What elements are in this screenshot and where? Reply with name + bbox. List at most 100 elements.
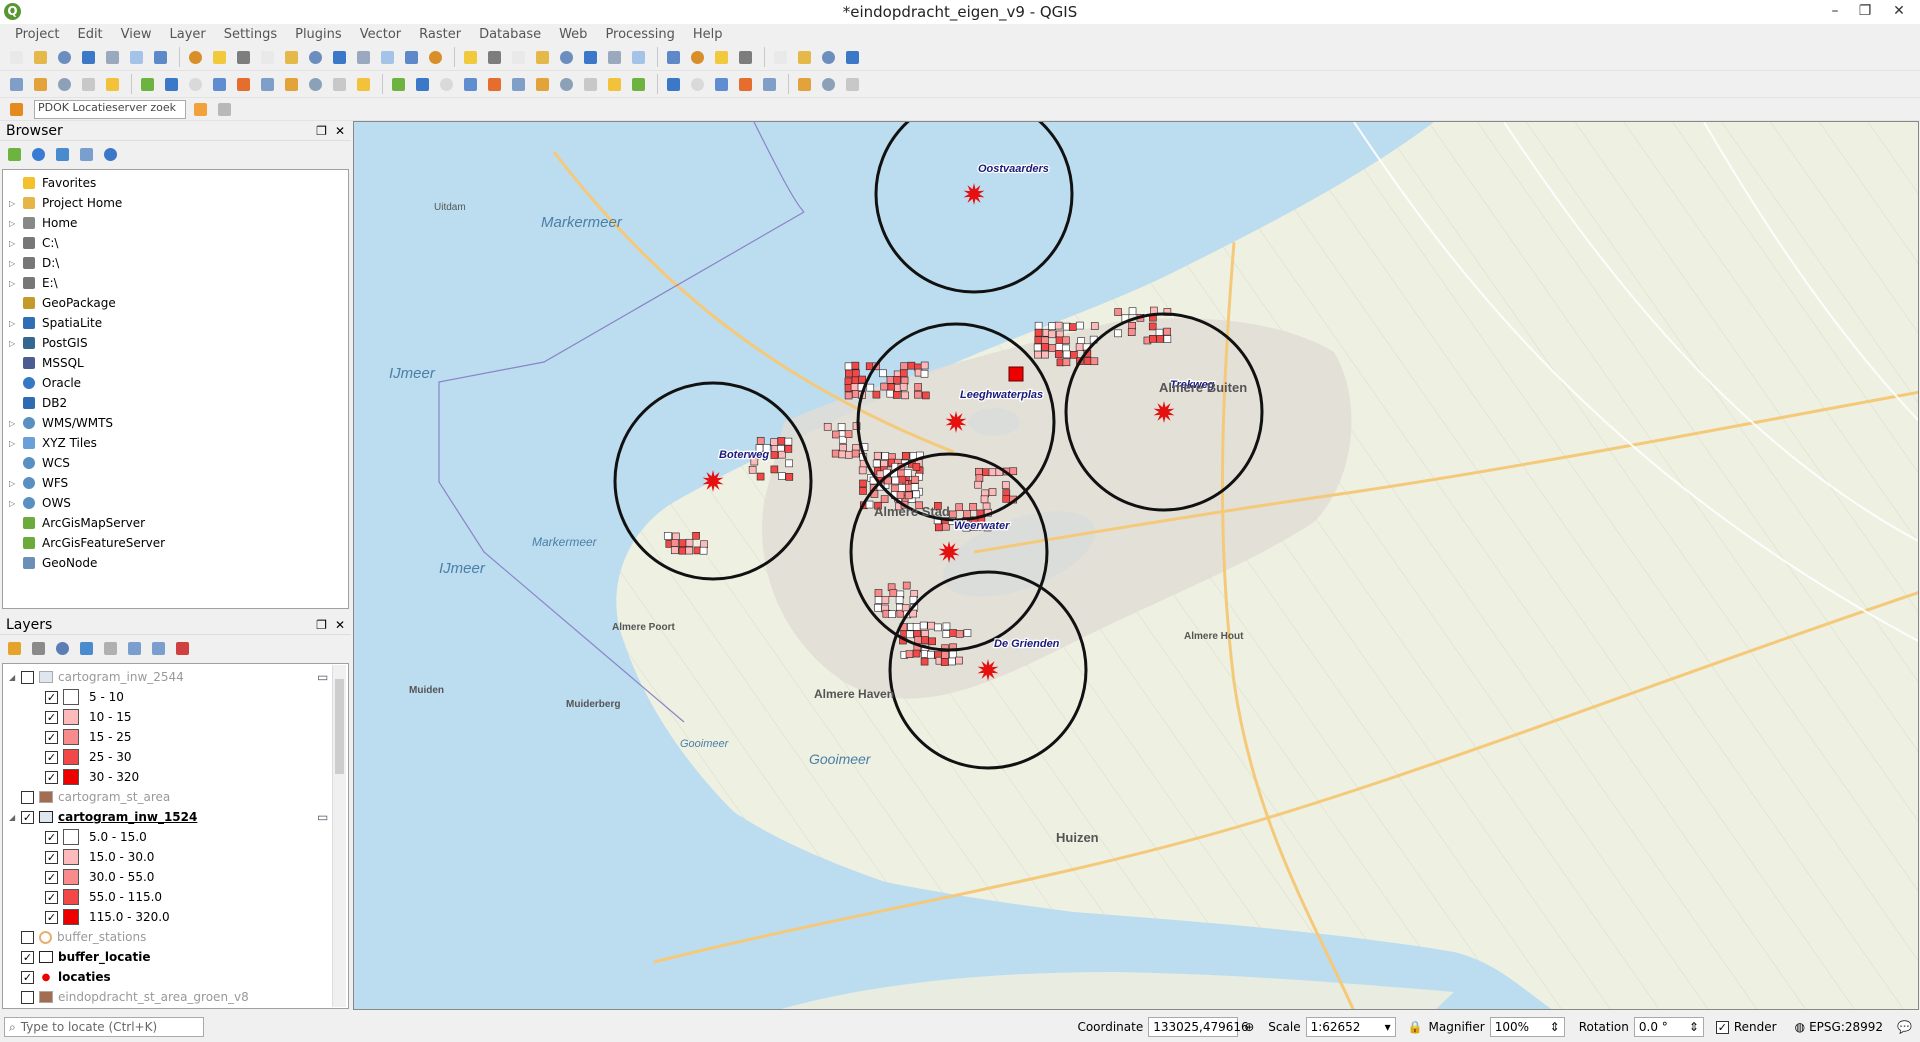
menu-edit[interactable]: Edit [68,27,111,42]
toolbar-tool-icon[interactable] [770,47,791,68]
toolbar-tool-icon[interactable] [257,74,278,95]
legend-class-row[interactable]: ✓ 55.0 - 115.0 [3,887,348,907]
browser-item[interactable]: ▷ OWS [3,493,348,513]
minimize-button[interactable]: – [1820,0,1850,24]
magnifier-spinbox[interactable]: 100% ⇕ [1489,1017,1565,1037]
toolbar-tool-icon[interactable] [78,47,99,68]
layer-visibility-checkbox[interactable]: ✓ [21,970,34,984]
toolbar-tool-icon[interactable] [436,74,457,95]
rotation-spinbox[interactable]: 0.0 ° ⇕ [1633,1017,1704,1037]
toolbar-tool-icon[interactable] [711,47,732,68]
toolbar-tool-icon[interactable] [6,74,27,95]
browser-item[interactable]: Oracle [3,373,348,393]
browser-item[interactable]: ▷ XYZ Tiles [3,433,348,453]
toolbar-tool-icon[interactable] [150,47,171,68]
menu-help[interactable]: Help [684,27,732,42]
toolbar-tool-icon[interactable] [663,47,684,68]
toolbar-tool-icon[interactable] [233,47,254,68]
legend-class-row[interactable]: ✓ 30 - 320 [3,767,348,787]
toolbar-tool-icon[interactable] [305,74,326,95]
toolbar-tool-icon[interactable] [818,74,839,95]
legend-class-row[interactable]: ✓ 30.0 - 55.0 [3,867,348,887]
legend-class-row[interactable]: ✓ 115.0 - 320.0 [3,907,348,927]
layer-visibility-checkbox[interactable] [21,670,34,684]
toolbar-tool-icon[interactable] [532,47,553,68]
toolbar-tool-icon[interactable] [30,74,51,95]
toolbar-tool-icon[interactable] [735,74,756,95]
render-checkbox[interactable]: ✓ [1715,1020,1729,1034]
expand-arrow-icon[interactable]: ▷ [9,279,21,288]
layers-scrollbar[interactable] [332,665,346,1007]
legend-class-checkbox[interactable]: ✓ [45,850,58,864]
toolbar-tool-icon[interactable] [580,74,601,95]
expand-arrow-icon[interactable]: ▷ [9,479,21,488]
menu-vector[interactable]: Vector [351,27,410,42]
menu-web[interactable]: Web [550,27,596,42]
legend-class-row[interactable]: ✓ 15 - 25 [3,727,348,747]
filter-legend-icon[interactable] [76,638,97,659]
crs-button[interactable]: EPSG:28992 [1809,1020,1883,1034]
toolbar-tool-icon[interactable] [185,74,206,95]
toolbar-tool-icon[interactable] [329,74,350,95]
toolbar-tool-icon[interactable] [460,47,481,68]
menu-processing[interactable]: Processing [596,27,683,42]
legend-class-row[interactable]: ✓ 5.0 - 15.0 [3,827,348,847]
toolbar-tool-icon[interactable] [30,47,51,68]
browser-item[interactable]: GeoPackage [3,293,348,313]
menu-view[interactable]: View [112,27,161,42]
toolbar-tool-icon[interactable] [711,74,732,95]
toolbar-tool-icon[interactable] [580,47,601,68]
style-icon[interactable] [4,638,25,659]
toolbar-tool-icon[interactable] [388,74,409,95]
expand-arrow-icon[interactable]: ▷ [9,499,21,508]
toolbar-tool-icon[interactable] [329,47,350,68]
browser-item[interactable]: DB2 [3,393,348,413]
add-group-icon[interactable] [28,638,49,659]
map-canvas[interactable]: Oostvaarders Leeghwaterplas Trekweg Boterwe… [353,121,1919,1010]
pdok-search-input[interactable]: PDOK Locatieserver zoek [34,99,186,119]
toolbar-tool-icon[interactable] [794,47,815,68]
toolbar-tool-icon[interactable] [209,47,230,68]
legend-class-row[interactable]: ✓ 25 - 30 [3,747,348,767]
close-dock-icon[interactable]: ✕ [335,618,345,632]
toolbar-tool-icon[interactable] [102,74,123,95]
browser-item[interactable]: ▷ WMS/WMTS [3,413,348,433]
expand-arrow-icon[interactable]: ▷ [9,439,21,448]
menu-plugins[interactable]: Plugins [286,27,351,42]
identify-extra-icon[interactable] [214,99,235,120]
legend-icon[interactable]: ▭ [317,810,328,824]
legend-class-checkbox[interactable]: ✓ [45,910,58,924]
expand-arrow-icon[interactable]: ▷ [9,259,21,268]
browser-item[interactable]: ▷ E:\ [3,273,348,293]
legend-class-checkbox[interactable]: ✓ [45,730,58,744]
toggle-extents-icon[interactable]: ⊕ [1244,1020,1254,1034]
toolbar-tool-icon[interactable] [556,74,577,95]
legend-class-row[interactable]: ✓ 10 - 15 [3,707,348,727]
toolbar-tool-icon[interactable] [412,74,433,95]
layer-visibility-checkbox[interactable] [21,790,34,804]
float-icon[interactable]: ❐ [316,618,327,632]
filter-expression-icon[interactable] [100,638,121,659]
legend-class-checkbox[interactable]: ✓ [45,830,58,844]
properties-icon[interactable] [100,144,121,165]
toolbar-tool-icon[interactable] [842,47,863,68]
toolbar-tool-icon[interactable] [102,47,123,68]
menu-database[interactable]: Database [470,27,550,42]
toolbar-tool-icon[interactable] [842,74,863,95]
layer-item[interactable]: ◢ ✓ cartogram_inw_1524 ▭ [3,807,348,827]
menu-layer[interactable]: Layer [161,27,215,42]
toolbar-tool-icon[interactable] [532,74,553,95]
toolbar-tool-icon[interactable] [257,47,278,68]
collapse-all-icon[interactable] [76,144,97,165]
browser-item[interactable]: ▷ SpatiaLite [3,313,348,333]
toolbar-tool-icon[interactable] [759,74,780,95]
collapse-all-icon[interactable] [148,638,169,659]
browser-item[interactable]: WCS [3,453,348,473]
legend-class-checkbox[interactable]: ✓ [45,770,58,784]
browser-item[interactable]: ▷ WFS [3,473,348,493]
layer-item[interactable]: ◢ cartogram_inw_2544 ▭ [3,667,348,687]
expand-arrow-icon[interactable]: ▷ [9,339,21,348]
expand-arrow-icon[interactable]: ▷ [9,319,21,328]
crs-globe-icon[interactable]: ◍ [1795,1020,1805,1034]
float-icon[interactable]: ❐ [316,124,327,138]
